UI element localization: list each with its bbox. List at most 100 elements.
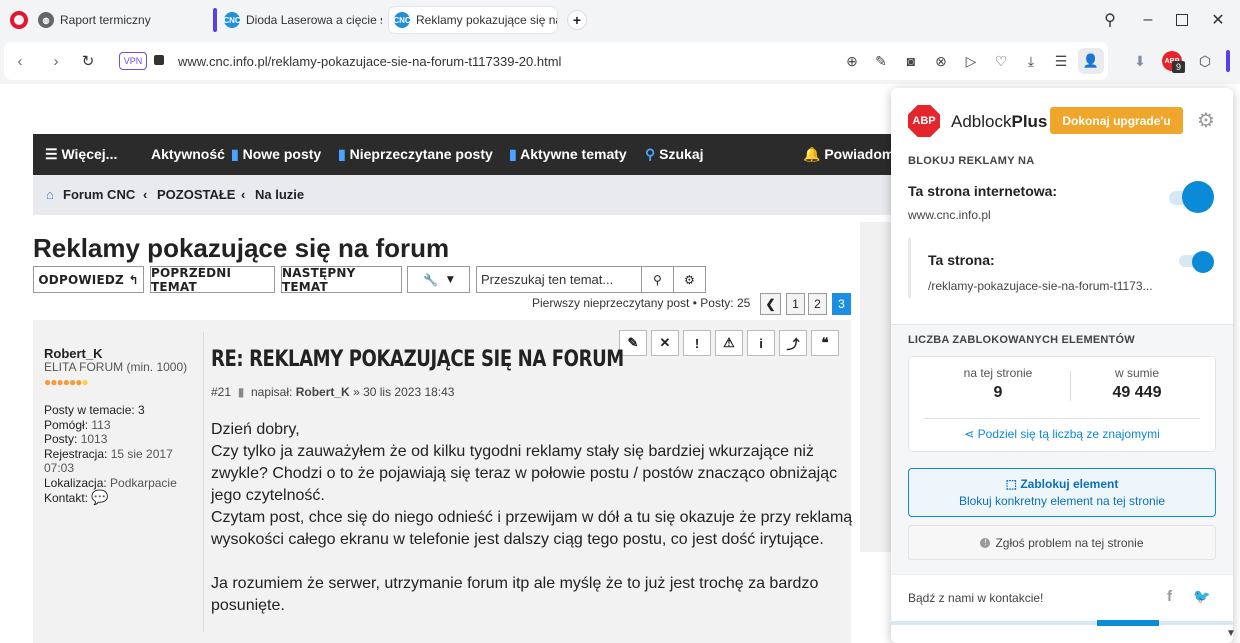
footer-progress-fill [1097, 620, 1159, 626]
warn-post-button[interactable]: ⚠ [715, 330, 743, 356]
nav-unread[interactable]: ▮ Nieprzeczytane posty [338, 146, 493, 163]
post-number[interactable]: #21 [211, 385, 231, 399]
play-icon[interactable]: ▷ [961, 51, 981, 71]
prev-page-button[interactable]: ❮ [760, 293, 781, 315]
block-icon[interactable]: ⊗ [931, 51, 951, 71]
heart-icon[interactable]: ♡ [991, 51, 1011, 71]
post-title[interactable]: RE: REKLAMY POKAZUJĄCE SIĘ NA FORUM [211, 347, 624, 372]
opera-logo-icon[interactable] [10, 11, 28, 29]
tab-reklamy[interactable]: CNC Reklamy pokazujące się na [389, 7, 557, 33]
nav-notifications[interactable]: 🔔 Powiadom [803, 146, 894, 163]
topic-search-input[interactable]: Przeszukaj ten temat... [476, 266, 642, 293]
globe-icon: ◍ [38, 12, 54, 28]
minimize-icon[interactable]: – [1138, 10, 1158, 30]
post-meta-author[interactable]: Robert_K [296, 385, 350, 399]
home-icon: ⌂ [46, 187, 54, 202]
footer-section [891, 574, 1233, 643]
page-3-button[interactable]: 3 [832, 293, 851, 315]
nav-new-posts[interactable]: ▮ Nowe posty [231, 146, 321, 163]
sidebar-accent [1226, 50, 1230, 72]
advanced-search-button[interactable]: ⚙ [673, 266, 706, 293]
share-post-button[interactable]: ⤴ [779, 330, 807, 356]
tab-dioda[interactable]: CNC Dioda Laserowa a cięcie st [224, 7, 382, 33]
settings-gear-icon[interactable]: ⚙ [1197, 108, 1215, 133]
rank-icons: ●●●●●●● [44, 375, 89, 389]
post-author[interactable]: Robert_K [44, 346, 103, 361]
page-toggle-knob[interactable] [1192, 251, 1214, 273]
search-tabs-icon[interactable]: ⚲ [1100, 10, 1120, 30]
chat-icon[interactable]: 💬 [91, 489, 108, 505]
abp-logo-text: ABP [912, 115, 936, 127]
facebook-icon[interactable]: f [1167, 588, 1172, 605]
nav-active[interactable]: ▮ Aktywne tematy [509, 146, 627, 163]
next-topic-button[interactable]: NASTĘPNY TEMAT [281, 266, 402, 294]
page-rule-line [908, 238, 911, 298]
post-doc-icon: ▮ [237, 385, 245, 399]
nav-active-label: Aktywne tematy [520, 146, 627, 162]
block-element-label: ⬚ Zablokuj element [908, 477, 1216, 491]
contact-text: Bądź z nami w kontakcie! [908, 591, 1044, 605]
block-element-sub: Blokuj konkretny element na tej stronie [958, 494, 1166, 508]
vpn-badge[interactable]: VPN [119, 52, 147, 70]
nav-search[interactable]: ⚲ Szukaj [645, 146, 704, 163]
menu-more[interactable]: ☰ Więcej... [45, 146, 117, 163]
tab-title: Raport termiczny [60, 13, 151, 27]
stat-value: Podkarpacie [110, 475, 177, 490]
maximize-icon[interactable] [1172, 10, 1192, 30]
camera-icon[interactable]: ◙ [901, 51, 921, 71]
page-2-button[interactable]: 2 [808, 293, 827, 315]
reload-icon[interactable]: ↻ [78, 51, 98, 71]
topic-search-button[interactable]: ⚲ [641, 266, 674, 293]
back-icon[interactable]: ‹ [10, 51, 30, 71]
upgrade-button[interactable]: Dokonaj upgrade'u [1050, 107, 1183, 134]
zoom-icon[interactable]: ⊕ [842, 51, 862, 71]
block-heading: BLOKUJ REKLAMY NA [908, 155, 1035, 167]
tab-raport[interactable]: ◍ Raport termiczny [38, 7, 208, 33]
profile-button[interactable]: 👤 [1078, 48, 1104, 74]
cube-icon[interactable]: ⬡ [1195, 51, 1215, 71]
bell-icon: 🔔 [803, 146, 821, 162]
prev-topic-button[interactable]: POPRZEDNI TEMAT [150, 266, 275, 294]
edit-icon[interactable]: ✎ [871, 51, 891, 71]
page-label: Ta strona: [928, 252, 995, 268]
nav-activity[interactable]: Aktywność [151, 146, 225, 162]
twitter-icon[interactable]: 🐦 [1193, 588, 1210, 605]
report-post-button[interactable]: ! [683, 330, 711, 356]
delete-post-button[interactable]: ✕ [651, 330, 679, 356]
reply-button[interactable]: ODPOWIEDZ ↰ [33, 266, 144, 293]
share-link[interactable]: ⋖ Podziel się tą liczbą ze znajomymi [908, 427, 1216, 441]
tab-title: Reklamy pokazujące się na [416, 13, 557, 27]
scrollbar-down-icon[interactable]: ▼ [1226, 628, 1236, 639]
download-icon[interactable]: ⤓ [1021, 51, 1041, 71]
block-element-button[interactable] [908, 468, 1216, 517]
page-1-button[interactable]: 1 [786, 293, 805, 315]
crumb-na-luzie[interactable]: Na luzie [255, 187, 304, 202]
report-button[interactable]: ! Zgłoś problem na tej stronie [908, 525, 1216, 560]
site-value: www.cnc.info.pl [908, 208, 991, 222]
post-meta: #21 ▮ napisał: Robert_K » 30 lis 2023 18… [211, 385, 454, 399]
doc-icon: ▮ [231, 146, 239, 162]
crumb-pozostale[interactable]: POZOSTAŁE [157, 187, 235, 202]
crumb-forum[interactable]: Forum CNC [63, 187, 135, 202]
search-icon: ⚲ [645, 146, 656, 162]
total-value: 49 449 [1112, 384, 1162, 401]
abp-brand: AdblockPlus [951, 112, 1047, 132]
abp-brand-bold: Plus [1011, 112, 1048, 131]
tools-button[interactable]: 🔧 ▼ [407, 266, 470, 293]
site-toggle-knob[interactable] [1182, 181, 1214, 213]
new-tab-button[interactable]: + [567, 10, 587, 30]
tab-separator [213, 8, 217, 32]
settings-easy-icon[interactable]: ☰ [1051, 51, 1071, 71]
breadcrumb: ⌂ Forum CNC ‹ POZOSTAŁE ‹ Na luzie [33, 175, 893, 215]
forward-icon[interactable]: › [46, 51, 66, 71]
post-line: wysokości całego ekranu w telefonie jest… [211, 531, 824, 548]
count-heading: LICZBA ZABLOKOWANYCH ELEMENTÓW [908, 334, 1135, 346]
lock-icon[interactable] [154, 55, 164, 65]
close-window-icon[interactable]: ✕ [1208, 10, 1228, 30]
info-post-button[interactable]: i [747, 330, 775, 356]
quote-post-button[interactable]: ❝ [811, 330, 839, 356]
stat-value[interactable]: 1013 [81, 432, 108, 446]
download-arrow-icon[interactable]: ⬇ [1130, 51, 1150, 71]
gear-icon: ⚙ [684, 272, 695, 287]
url-input[interactable]: www.cnc.info.pl/reklamy-pokazujace-sie-n… [178, 54, 561, 69]
